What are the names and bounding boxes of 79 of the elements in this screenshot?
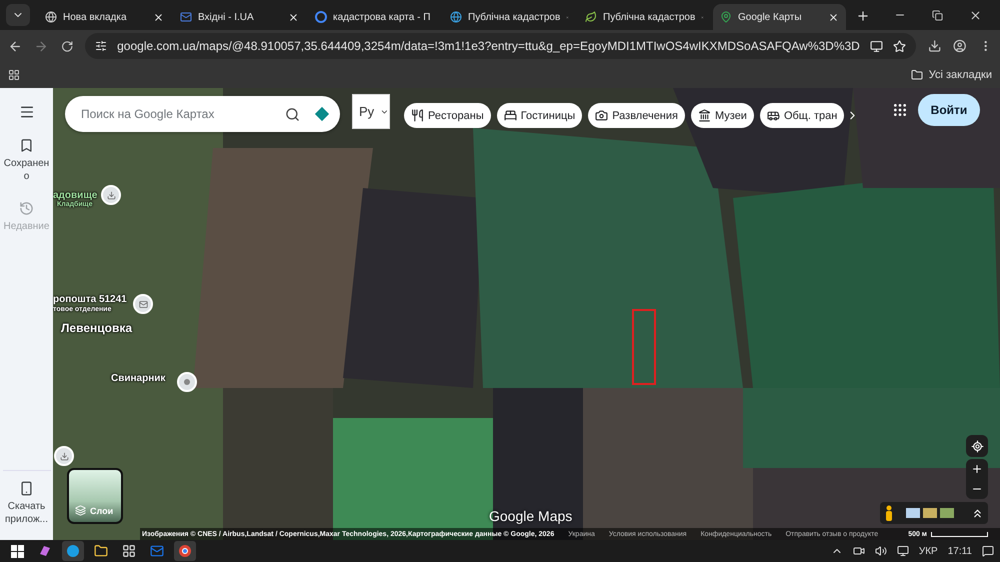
map-thumbnail[interactable] <box>940 508 954 518</box>
layers-icon <box>75 505 86 516</box>
leaf-icon <box>585 11 597 23</box>
mail-icon <box>180 11 192 23</box>
install-icon[interactable] <box>870 40 883 52</box>
museum-icon <box>698 109 711 122</box>
globe-icon <box>450 11 462 23</box>
camera-icon <box>595 109 608 122</box>
bed-icon <box>504 109 517 122</box>
category-chip[interactable]: Рестораны <box>404 103 491 128</box>
clock[interactable]: 17:11 <box>948 546 972 556</box>
category-chip[interactable]: Развлечения <box>588 103 685 128</box>
browser-tab[interactable]: Нова вкладка <box>38 4 171 30</box>
category-chip[interactable]: Гостиницы <box>496 103 582 128</box>
bookmark-icon <box>19 138 34 153</box>
download-app-button[interactable]: Скачать прилож... <box>2 481 50 526</box>
folder-icon <box>94 544 108 558</box>
forward-icon[interactable] <box>34 38 49 54</box>
search-icon[interactable] <box>285 106 300 122</box>
menu-icon[interactable] <box>18 104 34 120</box>
mail-icon <box>150 544 164 558</box>
new-tab-icon[interactable] <box>856 9 870 23</box>
close-icon[interactable] <box>288 12 299 22</box>
phone-icon <box>19 481 34 496</box>
browser-tab[interactable]: Публічна кадастров <box>443 4 576 30</box>
category-chip[interactable]: Музеи <box>690 103 754 128</box>
cemetery-pin-icon <box>106 190 116 200</box>
restore-icon[interactable] <box>932 10 943 20</box>
mail-pin-icon <box>138 300 148 308</box>
windows-logo-icon <box>10 544 24 558</box>
zoom-in-button[interactable] <box>971 463 983 475</box>
browser-tab[interactable]: Google Карты <box>713 4 846 30</box>
map-label[interactable]: адовище <box>53 190 98 201</box>
dot-pin-icon <box>183 378 191 386</box>
browser-tab[interactable]: Публічна кадастров <box>578 4 711 30</box>
address-bar[interactable]: google.com.ua/maps/@48.910057,35.644409,3254m/data=!3m1!1e3?entry=ttu&g_ep=EgoyMDI1MTIwOS4wIKXMDSoASAFQAw%3D%3D <box>85 33 916 59</box>
browser-tab[interactable]: кадастрова карта - П <box>308 4 441 30</box>
locate-icon <box>970 440 984 452</box>
map-thumbnail[interactable] <box>923 508 937 518</box>
close-icon[interactable] <box>828 12 839 22</box>
apps-icon[interactable] <box>892 102 908 118</box>
close-icon[interactable] <box>969 8 982 22</box>
cemetery-pin-icon <box>60 452 68 460</box>
google-maps-logo: Google Maps <box>489 508 572 524</box>
browser-tab[interactable]: Вхідні - I.UA <box>173 4 306 30</box>
map-label[interactable]: Левенцовка <box>61 321 132 335</box>
category-chip[interactable]: Общ. тран <box>760 103 844 128</box>
profile-icon[interactable] <box>953 39 967 53</box>
apps-icon[interactable] <box>8 69 20 81</box>
network-icon[interactable] <box>896 545 909 557</box>
folder-icon <box>910 69 923 81</box>
close-icon[interactable] <box>153 12 164 22</box>
reload-icon[interactable] <box>60 40 74 52</box>
language-dropdown[interactable]: Ру <box>352 94 390 129</box>
site-info-icon[interactable] <box>95 40 108 52</box>
download-icon[interactable] <box>928 39 942 53</box>
keyboard-language[interactable]: УКР <box>918 546 938 556</box>
notifications-icon[interactable] <box>982 545 994 557</box>
taskbar-app[interactable] <box>174 541 196 561</box>
pegman-icon[interactable] <box>884 505 894 521</box>
map-label[interactable]: Свинарник <box>111 373 166 384</box>
map-pin-icon <box>720 11 732 23</box>
search-field[interactable]: Поиск на Google Картах <box>81 107 271 121</box>
speaker-icon[interactable] <box>874 545 887 557</box>
map-thumbnail[interactable] <box>906 508 920 518</box>
fork-knife-icon <box>411 109 424 122</box>
back-icon[interactable] <box>8 38 22 54</box>
camera-icon[interactable] <box>852 545 865 557</box>
all-bookmarks-link[interactable]: Усі закладки <box>928 69 992 81</box>
history-icon <box>19 201 34 216</box>
bus-icon <box>766 109 780 122</box>
my-location-button[interactable] <box>966 435 988 457</box>
sign-in-button[interactable]: Войти <box>918 94 980 126</box>
sidebar-item[interactable]: Сохранено <box>2 138 50 183</box>
star-icon[interactable] <box>892 40 906 52</box>
store-icon <box>122 544 136 558</box>
plus-icon <box>971 463 983 475</box>
map-label[interactable]: ропошта 51241 <box>53 294 127 305</box>
search-bar[interactable]: Поиск на Google Картах <box>65 96 340 132</box>
